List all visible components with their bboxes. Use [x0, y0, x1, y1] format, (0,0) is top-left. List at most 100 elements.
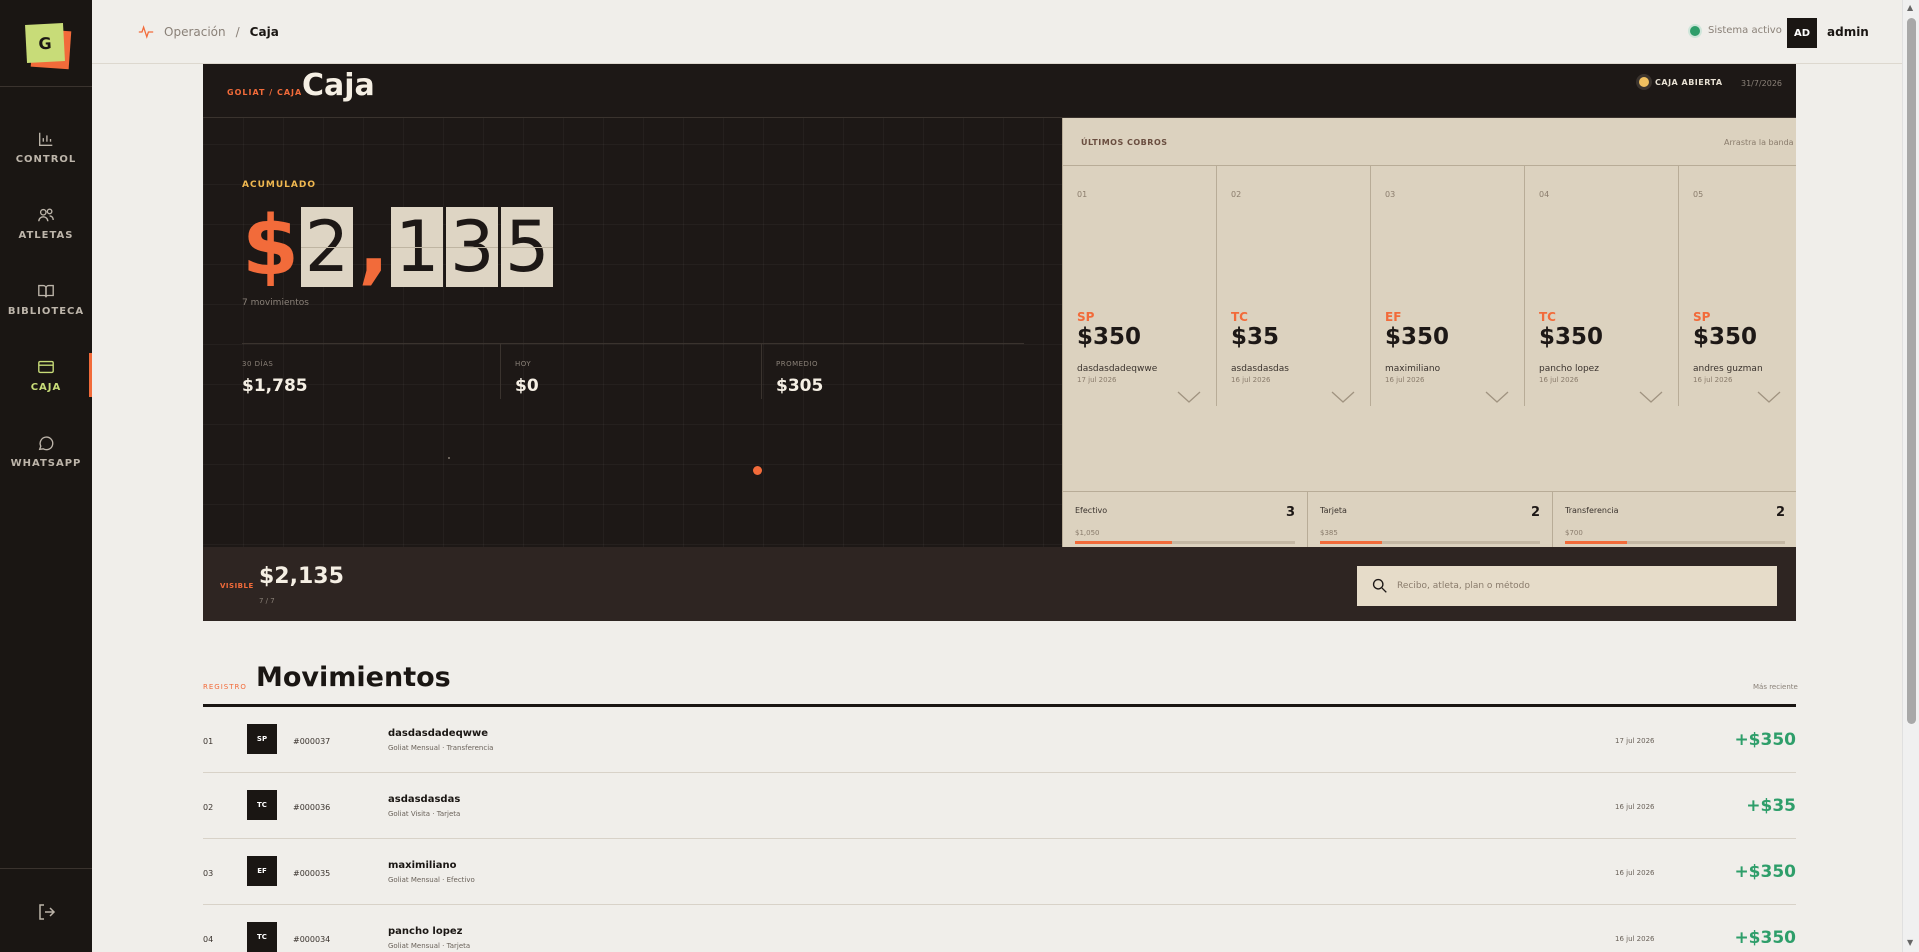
- search-box[interactable]: [1357, 566, 1777, 606]
- method-count: 2: [1775, 505, 1785, 520]
- sort-selector[interactable]: Más reciente: [1753, 683, 1798, 691]
- plan-method: Goliat Mensual · Efectivo: [388, 876, 475, 884]
- method-amount: $700: [1565, 529, 1583, 537]
- sidebar-item-caja[interactable]: CAJA: [0, 345, 92, 405]
- method-summary-transferencia: Transferencia 2 $700: [1553, 491, 1796, 547]
- row-amount: +$350: [1734, 730, 1796, 750]
- chevron-down-icon[interactable]: [1757, 391, 1781, 403]
- sidebar-divider-top: [0, 86, 92, 87]
- decorative-accent-dot: [753, 466, 762, 475]
- chevron-down-icon[interactable]: [1177, 391, 1201, 403]
- payment-person: asdasdasdas: [1231, 364, 1289, 374]
- method-label: Transferencia: [1565, 506, 1619, 515]
- method-count: 3: [1285, 505, 1295, 520]
- plan-method: Goliat Mensual · Tarjeta: [388, 942, 471, 950]
- stat-label: PROMEDIO: [776, 360, 819, 368]
- app-logo[interactable]: G: [25, 23, 72, 70]
- chevron-down-icon[interactable]: [1485, 391, 1509, 403]
- receipt-number: #000034: [293, 935, 331, 944]
- currency-symbol: $: [242, 199, 300, 294]
- row-date: 16 jul 2026: [1615, 935, 1655, 943]
- user-name[interactable]: admin: [1827, 25, 1869, 39]
- method-amount: $385: [1320, 529, 1338, 537]
- recent-payments-title: ÚLTIMOS COBROS: [1081, 138, 1168, 147]
- visible-total: $2,135: [259, 564, 344, 589]
- payment-card[interactable]: 02 TC $35 asdasdasdas 16 jul 2026: [1217, 166, 1371, 406]
- payment-person: maximiliano: [1385, 364, 1441, 374]
- method-summary-tarjeta: Tarjeta 2 $385: [1308, 491, 1553, 547]
- chevron-down-icon[interactable]: [1639, 391, 1663, 403]
- visible-count: 7 / 7: [259, 597, 275, 605]
- payment-card[interactable]: 05 SP $350 andres guzman 16 jul 2026: [1679, 166, 1796, 406]
- stat-label: 30 DÍAS: [242, 360, 274, 368]
- method-amount: $1,050: [1075, 529, 1100, 537]
- method-badge: SP: [247, 724, 277, 754]
- stat-value: $0: [515, 376, 539, 396]
- movement-count: 7 movimientos: [242, 298, 309, 308]
- sidebar-item-biblioteca[interactable]: BIBLIOTECA: [0, 269, 92, 329]
- recent-payments-header: ÚLTIMOS COBROS Arrastra la banda: [1063, 118, 1796, 166]
- scroll-up-icon[interactable]: ▲: [1907, 3, 1913, 12]
- row-amount: +$350: [1734, 928, 1796, 948]
- payment-date: 16 jul 2026: [1231, 376, 1271, 384]
- row-amount: +$35: [1746, 796, 1796, 816]
- table-row[interactable]: 01 SP #000037 dasdasdadeqwwe Goliat Mens…: [203, 707, 1796, 773]
- method-badge: EF: [247, 856, 277, 886]
- method-label: Efectivo: [1075, 506, 1108, 515]
- caja-status-dot: [1639, 77, 1649, 87]
- payment-amount: $350: [1539, 324, 1604, 350]
- breadcrumb-root[interactable]: Operación: [164, 25, 226, 39]
- payment-person: andres guzman: [1693, 364, 1763, 374]
- method-progress-track: [1565, 541, 1785, 544]
- method-count: 2: [1530, 505, 1540, 520]
- payment-amount: $350: [1385, 324, 1450, 350]
- payment-date: 16 jul 2026: [1693, 376, 1733, 384]
- activity-icon: [138, 25, 154, 39]
- payment-card[interactable]: 04 TC $350 pancho lopez 16 jul 2026: [1525, 166, 1679, 406]
- chevron-down-icon[interactable]: [1331, 391, 1355, 403]
- search-icon: [1372, 578, 1387, 593]
- payment-index: 03: [1385, 190, 1396, 199]
- payment-amount: $35: [1231, 324, 1280, 350]
- payment-card[interactable]: 03 EF $350 maximiliano 16 jul 2026: [1371, 166, 1525, 406]
- payment-amount: $350: [1693, 324, 1758, 350]
- method-progress-fill: [1320, 541, 1382, 544]
- row-date: 17 jul 2026: [1615, 737, 1655, 745]
- sidebar: G CONTROL ATLETAS BIBLIOTECA CAJA WHATSA…: [0, 0, 92, 952]
- athlete-name: pancho lopez: [388, 926, 463, 937]
- method-badge: TC: [247, 922, 277, 952]
- users-icon: [38, 207, 54, 221]
- logout-button[interactable]: [36, 902, 56, 922]
- page-scrollbar[interactable]: ▲ ▼: [1902, 0, 1919, 952]
- sidebar-item-atletas[interactable]: ATLETAS: [0, 193, 92, 253]
- method-progress-track: [1075, 541, 1295, 544]
- scroll-down-icon[interactable]: ▼: [1907, 938, 1913, 947]
- search-input[interactable]: [1397, 574, 1767, 598]
- recent-payments-band[interactable]: ÚLTIMOS COBROS Arrastra la banda 01 SP $…: [1062, 118, 1796, 547]
- avatar[interactable]: AD: [1787, 18, 1817, 48]
- payment-index: 04: [1539, 190, 1550, 199]
- payment-card[interactable]: 01 SP $350 dasdasdadeqwwe 17 jul 2026: [1063, 166, 1217, 406]
- row-index: 02: [203, 803, 214, 812]
- stat-label: HOY: [515, 360, 532, 368]
- book-icon: [38, 284, 54, 297]
- accumulated-total: $ 2 , 1 3 5: [242, 199, 556, 294]
- table-row[interactable]: 02 TC #000036 asdasdasdas Goliat Visita …: [203, 773, 1796, 839]
- table-row[interactable]: 03 EF #000035 maximiliano Goliat Mensual…: [203, 839, 1796, 905]
- row-index: 03: [203, 869, 214, 878]
- section-title: Movimientos: [256, 662, 451, 693]
- sidebar-item-label: CAJA: [30, 381, 62, 393]
- sidebar-item-label: CONTROL: [15, 153, 77, 165]
- table-row[interactable]: 04 TC #000034 pancho lopez Goliat Mensua…: [203, 905, 1796, 952]
- plan-method: Goliat Mensual · Transferencia: [388, 744, 494, 752]
- payment-method: EF: [1385, 310, 1402, 324]
- sidebar-item-whatsapp[interactable]: WHATSAPP: [0, 421, 92, 481]
- bar-chart-icon: [39, 132, 53, 146]
- digit-tile: 1: [391, 207, 444, 287]
- digit-tile: 3: [446, 207, 499, 287]
- scrollbar-thumb[interactable]: [1907, 18, 1916, 724]
- sidebar-item-control[interactable]: CONTROL: [0, 117, 92, 177]
- logout-icon: [39, 904, 56, 920]
- visible-label: VISIBLE: [220, 582, 254, 590]
- status-dot: [1690, 25, 1700, 36]
